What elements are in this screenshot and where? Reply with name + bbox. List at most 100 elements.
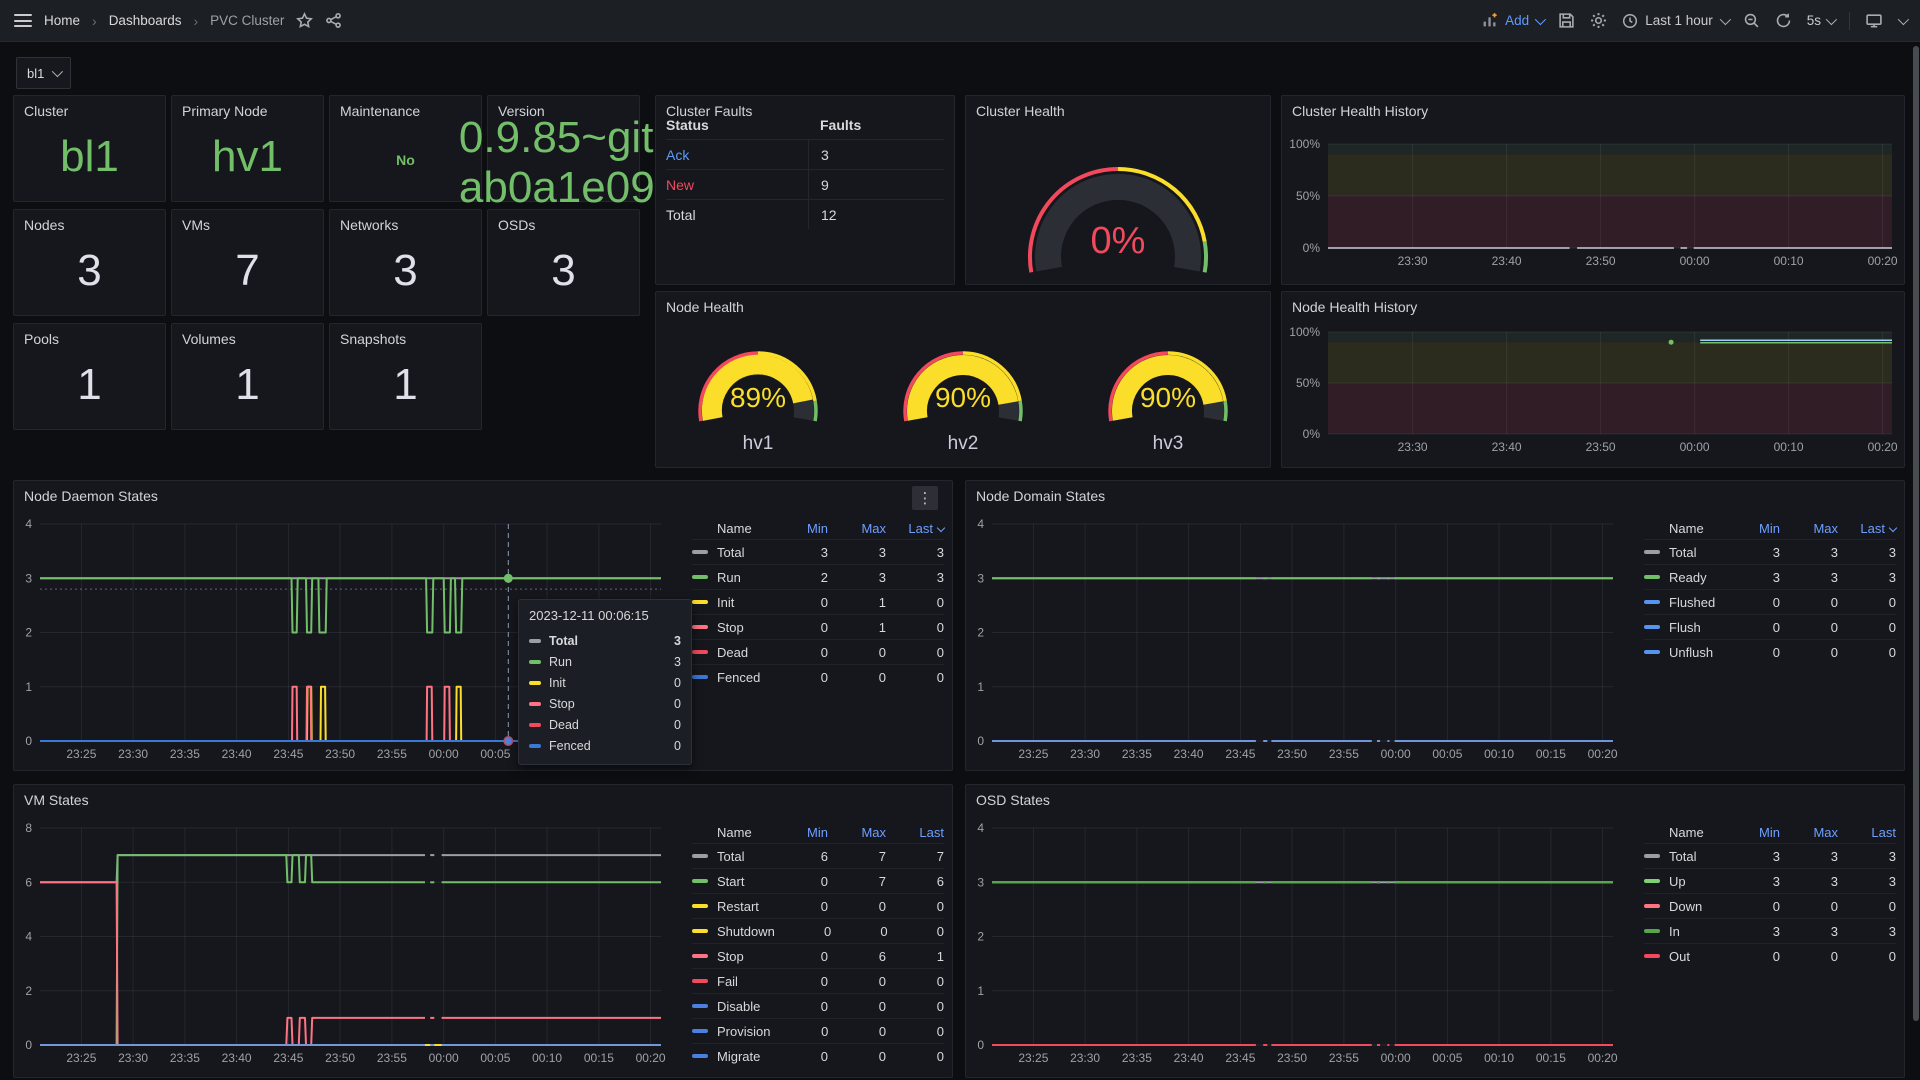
series-max: 0 bbox=[1780, 595, 1838, 610]
legend-col-min[interactable]: Min bbox=[770, 825, 828, 840]
series-last: 0 bbox=[1838, 620, 1896, 635]
legend-row[interactable]: Up 3 3 3 bbox=[1644, 868, 1896, 893]
panel-title[interactable]: Cluster Health bbox=[966, 96, 1270, 119]
vm-states-chart[interactable]: 0246823:2523:3023:3523:4023:4523:5023:55… bbox=[14, 815, 674, 1073]
legend-row[interactable]: Fail 0 0 0 bbox=[692, 968, 944, 993]
legend-row[interactable]: Total 3 3 3 bbox=[1644, 539, 1896, 564]
legend-row[interactable]: Total 6 7 7 bbox=[692, 843, 944, 868]
panel-title[interactable]: VM States bbox=[14, 785, 952, 808]
legend-row[interactable]: Migrate 0 0 0 bbox=[692, 1043, 944, 1068]
legend-row[interactable]: Disable 0 0 0 bbox=[692, 993, 944, 1018]
panel-title[interactable]: Cluster Health History bbox=[1282, 96, 1904, 119]
add-button[interactable]: Add bbox=[1482, 12, 1543, 29]
svg-text:00:15: 00:15 bbox=[1536, 747, 1566, 761]
legend-col-min[interactable]: Min bbox=[1722, 825, 1780, 840]
fault-count: 12 bbox=[808, 200, 944, 229]
refresh-icon[interactable] bbox=[1775, 12, 1792, 29]
svg-text:00:05: 00:05 bbox=[480, 1051, 510, 1065]
series-max: 3 bbox=[1780, 545, 1838, 560]
legend-row[interactable]: Run 2 3 3 bbox=[692, 564, 944, 589]
svg-text:00:00: 00:00 bbox=[429, 747, 459, 761]
series-name: Down bbox=[1669, 899, 1702, 914]
legend-row[interactable]: Dead 0 0 0 bbox=[692, 639, 944, 664]
legend-row[interactable]: Shutdown 0 0 0 bbox=[692, 918, 944, 943]
zoom-out-icon[interactable] bbox=[1743, 12, 1760, 29]
legend-row[interactable]: Unflush 0 0 0 bbox=[1644, 639, 1896, 664]
legend-col-max[interactable]: Max bbox=[828, 521, 886, 536]
page-scrollbar[interactable] bbox=[1913, 46, 1919, 1021]
svg-text:hv2: hv2 bbox=[948, 433, 979, 454]
stat-panel-value: 1 bbox=[172, 341, 323, 429]
legend-row[interactable]: Flushed 0 0 0 bbox=[1644, 589, 1896, 614]
legend-col-min[interactable]: Min bbox=[770, 521, 828, 536]
legend-col-max[interactable]: Max bbox=[828, 825, 886, 840]
legend-row[interactable]: Stop 0 6 1 bbox=[692, 943, 944, 968]
fault-status[interactable]: Ack bbox=[666, 147, 808, 163]
time-range-picker[interactable]: Last 1 hour bbox=[1622, 13, 1728, 29]
legend-row[interactable]: In 3 3 3 bbox=[1644, 918, 1896, 943]
legend-row[interactable]: Fenced 0 0 0 bbox=[692, 664, 944, 689]
legend-col-min[interactable]: Min bbox=[1722, 521, 1780, 536]
legend-col-last[interactable]: Last bbox=[886, 521, 944, 536]
osd-states-chart[interactable]: 0123423:2523:3023:3523:4023:4523:5023:55… bbox=[966, 815, 1626, 1073]
star-icon[interactable] bbox=[296, 12, 313, 29]
legend-row[interactable]: Restart 0 0 0 bbox=[692, 893, 944, 918]
panel-title[interactable]: Node Domain States bbox=[966, 481, 1904, 504]
cluster-faults-panel: Cluster Faults Status Faults Ack 3 New 9… bbox=[655, 95, 955, 285]
legend-col-last[interactable]: Last bbox=[1838, 521, 1896, 536]
dashboard-settings-icon[interactable] bbox=[1590, 12, 1607, 29]
share-icon[interactable] bbox=[325, 12, 342, 29]
series-name: Total bbox=[717, 849, 744, 864]
legend-col-name[interactable]: Name bbox=[692, 521, 770, 536]
refresh-interval-picker[interactable]: 5s bbox=[1807, 13, 1834, 28]
legend-row[interactable]: Down 0 0 0 bbox=[1644, 893, 1896, 918]
save-dashboard-icon[interactable] bbox=[1558, 12, 1575, 29]
fault-status[interactable]: New bbox=[666, 177, 808, 193]
svg-text:00:05: 00:05 bbox=[1432, 747, 1462, 761]
legend-row[interactable]: Out 0 0 0 bbox=[1644, 943, 1896, 968]
menu-icon[interactable] bbox=[14, 14, 32, 27]
svg-text:00:15: 00:15 bbox=[1536, 1051, 1566, 1065]
fault-status[interactable]: Total bbox=[666, 207, 808, 223]
tv-mode-icon[interactable] bbox=[1865, 12, 1883, 29]
legend-row[interactable]: Total 3 3 3 bbox=[692, 539, 944, 564]
chevron-down-icon[interactable] bbox=[1898, 13, 1909, 24]
legend-col-max[interactable]: Max bbox=[1780, 825, 1838, 840]
legend-row[interactable]: Provision 0 0 0 bbox=[692, 1018, 944, 1043]
stat-panel: Snapshots 1 bbox=[329, 323, 482, 430]
panel-title[interactable]: Node Daemon States bbox=[14, 481, 952, 504]
series-min: 0 bbox=[1722, 595, 1780, 610]
legend-col-last[interactable]: Last bbox=[886, 825, 944, 840]
series-name: Ready bbox=[1669, 570, 1707, 585]
cluster-health-history-chart[interactable]: 0%50%100%23:3023:4023:5000:0000:1000:20 bbox=[1282, 120, 1904, 280]
svg-text:23:25: 23:25 bbox=[66, 747, 96, 761]
legend-col-name[interactable]: Name bbox=[1644, 825, 1722, 840]
legend-col-last[interactable]: Last bbox=[1838, 825, 1896, 840]
legend-row[interactable]: Stop 0 1 0 bbox=[692, 614, 944, 639]
series-min: 0 bbox=[770, 620, 828, 635]
chevron-down-icon bbox=[1826, 13, 1837, 24]
legend-row[interactable]: Init 0 1 0 bbox=[692, 589, 944, 614]
legend-row[interactable]: Total 3 3 3 bbox=[1644, 843, 1896, 868]
legend-col-max[interactable]: Max bbox=[1780, 521, 1838, 536]
tooltip-rows: Total 3 Run 3 Init 0 Stop bbox=[529, 630, 681, 756]
panel-menu-icon[interactable]: ⋮ bbox=[912, 486, 938, 510]
legend-row[interactable]: Ready 3 3 3 bbox=[1644, 564, 1896, 589]
series-min: 6 bbox=[770, 849, 828, 864]
node-domain-states-chart[interactable]: 0123423:2523:3023:3523:4023:4523:5023:55… bbox=[966, 511, 1626, 769]
series-max: 3 bbox=[828, 570, 886, 585]
series-max: 0 bbox=[828, 1049, 886, 1064]
node-health-history-chart[interactable]: 0%50%100%23:3023:4023:5000:0000:1000:20 bbox=[1282, 316, 1904, 466]
svg-text:23:55: 23:55 bbox=[1329, 747, 1359, 761]
legend-col-name[interactable]: Name bbox=[692, 825, 770, 840]
breadcrumb-home[interactable]: Home bbox=[44, 13, 80, 28]
panel-title[interactable]: OSD States bbox=[966, 785, 1904, 808]
panel-title[interactable]: Node Health History bbox=[1282, 292, 1904, 315]
breadcrumb-dashboards[interactable]: Dashboards bbox=[109, 13, 182, 28]
legend-col-name[interactable]: Name bbox=[1644, 521, 1722, 536]
legend-row[interactable]: Flush 0 0 0 bbox=[1644, 614, 1896, 639]
stat-panel: Networks 3 bbox=[329, 209, 482, 316]
panel-title[interactable]: Node Health bbox=[656, 292, 1270, 315]
variable-selector-cluster[interactable]: bl1 bbox=[16, 57, 71, 89]
legend-row[interactable]: Start 0 7 6 bbox=[692, 868, 944, 893]
